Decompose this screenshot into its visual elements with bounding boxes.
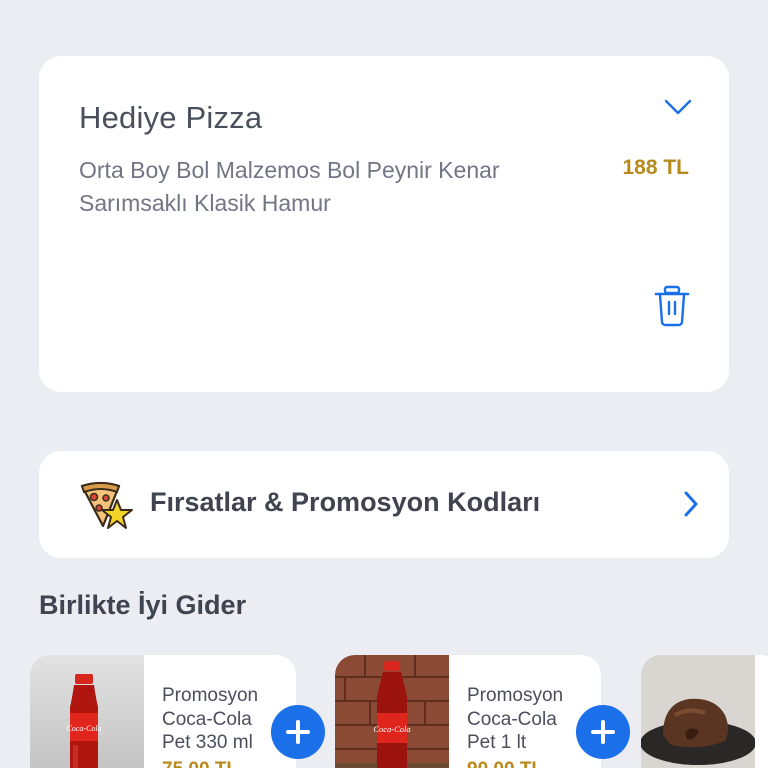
plus-icon [591, 720, 615, 744]
product-card[interactable]: Coca-Cola Promosyon Coca-Cola Pet 330 ml… [30, 655, 296, 768]
chevron-right-icon[interactable] [681, 489, 701, 519]
pizza-star-icon [80, 481, 133, 529]
product-card[interactable] [641, 655, 768, 768]
product-card[interactable]: Coca-Cola Promosyon Coca-Cola Pet 1 lt 9… [335, 655, 601, 768]
trash-icon[interactable] [653, 284, 691, 328]
cart-item-card: Hediye Pizza Orta Boy Bol Malzemos Bol P… [39, 56, 729, 392]
promo-codes-label: Fırsatlar & Promosyon Kodları [150, 487, 541, 517]
product-image: Coca-Cola [30, 655, 144, 768]
chevron-down-icon[interactable] [663, 96, 693, 118]
promo-codes-row[interactable]: Fırsatlar & Promosyon Kodları [39, 451, 729, 558]
add-to-cart-button[interactable] [271, 705, 325, 759]
product-name-line: Promosyon [467, 685, 564, 706]
svg-text:Coca-Cola: Coca-Cola [66, 724, 101, 733]
item-description: Orta Boy Bol Malzemos Bol Peynir Kenar S… [79, 157, 500, 216]
plus-icon [286, 720, 310, 744]
product-price: 75,00 TL [162, 759, 238, 768]
product-image [641, 655, 755, 768]
section-title: Birlikte İyi Gider [39, 590, 247, 620]
svg-text:Coca-Cola: Coca-Cola [373, 724, 410, 734]
add-to-cart-button[interactable] [576, 705, 630, 759]
item-price: 188 TL [622, 156, 689, 179]
product-image: Coca-Cola [335, 655, 449, 768]
product-name-line: Promosyon [162, 685, 259, 706]
product-price: 90,00 TL [467, 759, 543, 768]
item-title: Hediye Pizza [79, 100, 263, 135]
